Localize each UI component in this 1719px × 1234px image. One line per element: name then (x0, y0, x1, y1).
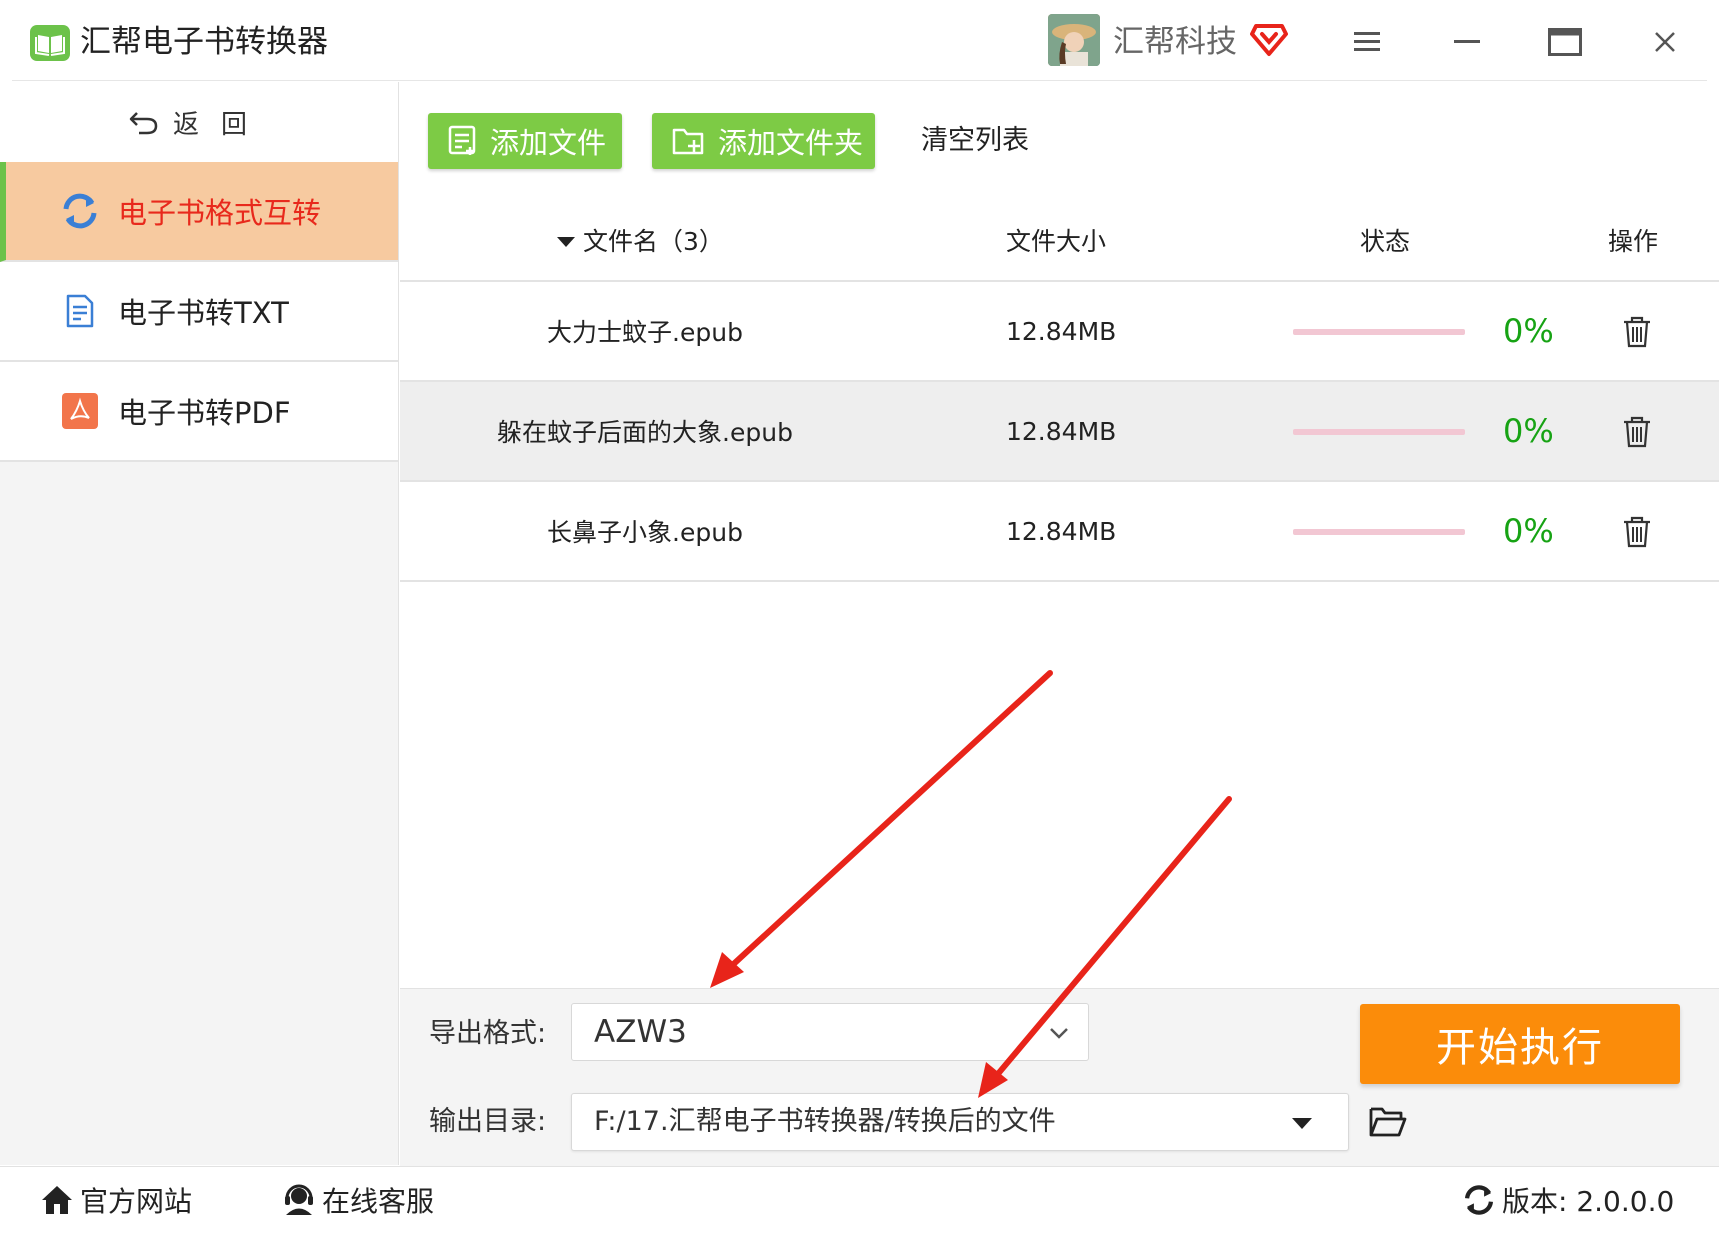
add-file-button[interactable]: 添加文件 (428, 113, 622, 169)
title-divider (12, 80, 1707, 81)
file-size: 12.84MB (1006, 516, 1117, 546)
close-icon[interactable] (1643, 20, 1687, 64)
start-button[interactable]: 开始执行 (1360, 1004, 1680, 1084)
caret-down-icon (1292, 1118, 1312, 1129)
version-label: 版本: 2.0.0.0 (1502, 1185, 1675, 1218)
add-folder-icon (672, 126, 706, 156)
online-support-label: 在线客服 (322, 1185, 435, 1218)
progress-percent: 0% (1503, 412, 1554, 450)
export-format-value: AZW3 (594, 1014, 687, 1050)
add-file-icon (448, 125, 478, 157)
progress-bar (1293, 429, 1465, 435)
export-format-label: 导出格式: (429, 1018, 547, 1049)
add-folder-button[interactable]: 添加文件夹 (652, 113, 875, 169)
back-button[interactable]: 返回 (0, 82, 398, 162)
sidebar-item-label: 电子书转TXT (118, 296, 289, 330)
table-row[interactable]: 大力士蚊子.epub 12.84MB 0% (400, 282, 1719, 382)
progress-bar (1293, 529, 1465, 535)
menu-icon[interactable] (1345, 20, 1389, 64)
add-file-label: 添加文件 (490, 126, 607, 160)
file-size: 12.84MB (1006, 316, 1117, 346)
minimize-icon[interactable] (1445, 20, 1489, 64)
sidebar-item-label: 电子书格式互转 (118, 196, 322, 230)
headset-icon (282, 1184, 316, 1216)
progress-percent: 0% (1503, 512, 1554, 550)
vip-badge-icon[interactable] (1250, 20, 1288, 58)
file-name: 长鼻子小象.epub (547, 518, 743, 547)
online-support-link[interactable]: 在线客服 (282, 1178, 434, 1222)
home-icon (40, 1184, 74, 1216)
app-title: 汇帮电子书转换器 (80, 24, 328, 60)
chevron-down-icon (1048, 1022, 1070, 1044)
maximize-icon[interactable] (1543, 20, 1587, 64)
file-size: 12.84MB (1006, 416, 1117, 446)
trash-icon[interactable] (1622, 416, 1652, 448)
annotation-arrow-format (710, 670, 1053, 988)
table-row[interactable]: 躲在蚊子后面的大象.epub 12.84MB 0% (400, 382, 1719, 482)
document-icon (60, 291, 100, 331)
book-logo-icon (30, 25, 70, 61)
column-header-size: 文件大小 (1006, 227, 1107, 256)
sidebar-item-to-pdf[interactable]: 电子书转PDF (0, 362, 398, 462)
progress-bar (1293, 329, 1465, 335)
add-folder-label: 添加文件夹 (718, 126, 864, 160)
clear-list-button[interactable]: 清空列表 (921, 118, 1029, 164)
trash-icon[interactable] (1622, 516, 1652, 548)
trash-icon[interactable] (1622, 316, 1652, 348)
output-dir-select[interactable]: F:/17.汇帮电子书转换器/转换后的文件 (571, 1093, 1349, 1151)
refresh-icon (1462, 1183, 1496, 1217)
sort-caret-icon (557, 237, 575, 247)
output-dir-label: 输出目录: (429, 1106, 547, 1137)
back-arrow-icon (129, 109, 159, 135)
avatar[interactable] (1048, 14, 1100, 66)
back-label: 返回 (172, 109, 269, 140)
version-info[interactable]: 版本: 2.0.0.0 (1462, 1178, 1674, 1222)
sync-icon (60, 191, 100, 231)
column-header-name-label: 文件名（3） (583, 227, 724, 256)
user-name[interactable]: 汇帮科技 (1113, 20, 1237, 64)
column-header-action: 操作 (1608, 227, 1659, 256)
file-name: 躲在蚊子后面的大象.epub (497, 418, 793, 447)
output-dir-value: F:/17.汇帮电子书转换器/转换后的文件 (594, 1106, 1056, 1137)
column-header-name[interactable]: 文件名（3） (557, 222, 724, 262)
sidebar-item-format-convert[interactable]: 电子书格式互转 (0, 162, 398, 262)
open-folder-icon[interactable] (1369, 1105, 1407, 1139)
pdf-icon (60, 391, 100, 431)
sidebar-item-to-txt[interactable]: 电子书转TXT (0, 262, 398, 362)
table-row[interactable]: 长鼻子小象.epub 12.84MB 0% (400, 482, 1719, 582)
export-format-select[interactable]: AZW3 (571, 1003, 1089, 1061)
official-website-link[interactable]: 官方网站 (40, 1178, 192, 1222)
file-name: 大力士蚊子.epub (547, 318, 743, 347)
progress-percent: 0% (1503, 312, 1554, 350)
column-header-status: 状态 (1360, 227, 1411, 256)
official-website-label: 官方网站 (80, 1185, 193, 1218)
sidebar-item-label: 电子书转PDF (118, 396, 291, 430)
